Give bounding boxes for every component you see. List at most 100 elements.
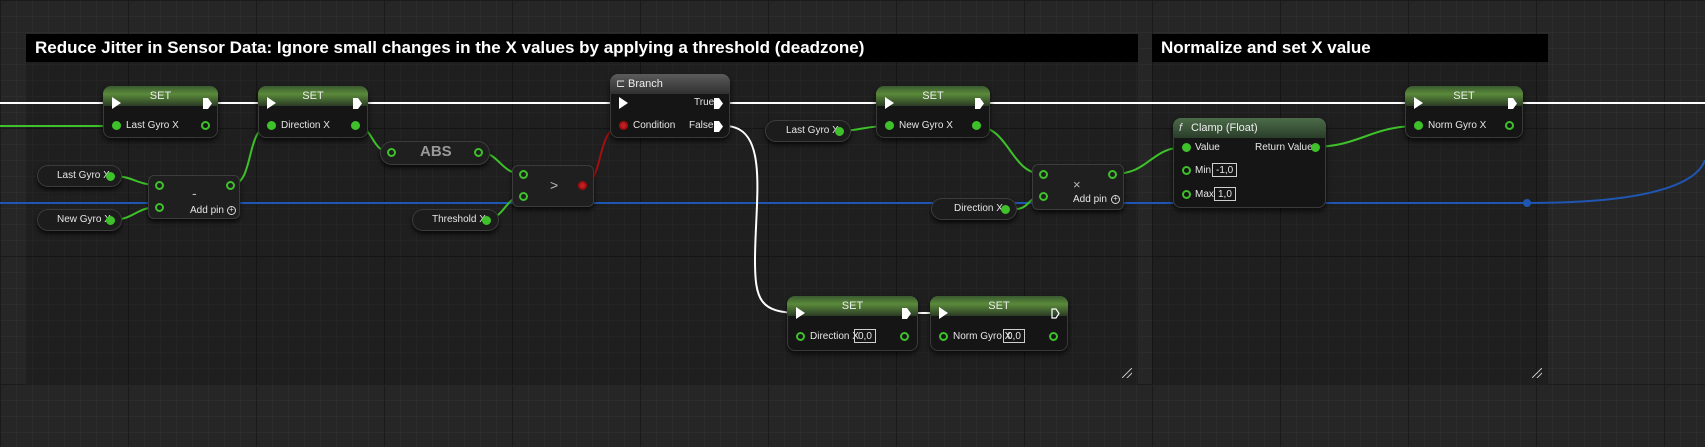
pin-label: Direction X bbox=[810, 331, 859, 342]
set-node-norm-gyro-x[interactable]: SET Norm Gyro X bbox=[1405, 86, 1523, 138]
float-input-pin-a[interactable] bbox=[155, 181, 164, 190]
getter-label: Direction X bbox=[954, 203, 1003, 214]
exec-false-pin[interactable] bbox=[714, 121, 723, 132]
float-output-pin[interactable] bbox=[226, 181, 235, 190]
float-input-pin[interactable] bbox=[885, 121, 894, 130]
exec-in-pin[interactable] bbox=[796, 307, 805, 319]
add-pin-icon[interactable]: + bbox=[227, 206, 236, 215]
return-value-pin[interactable] bbox=[1311, 143, 1320, 152]
wire-layer bbox=[0, 102, 1705, 314]
exec-out-pin[interactable] bbox=[1508, 98, 1517, 109]
float-input-pin-b[interactable] bbox=[519, 192, 528, 201]
struct-wire bbox=[0, 159, 1705, 204]
min-input-pin[interactable] bbox=[1182, 166, 1191, 175]
exec-in-pin[interactable] bbox=[939, 307, 948, 319]
bool-input-pin[interactable] bbox=[619, 121, 628, 130]
abs-label: ABS bbox=[420, 143, 452, 160]
getter-label: New Gyro X bbox=[57, 214, 111, 225]
pin-label: Norm Gyro X bbox=[1428, 120, 1487, 131]
float-input-pin-b[interactable] bbox=[1039, 192, 1048, 201]
getter-threshold-x[interactable]: Threshold X bbox=[412, 209, 499, 231]
node-header: SET bbox=[787, 296, 918, 316]
true-label: True bbox=[694, 97, 715, 108]
false-label: False bbox=[689, 120, 714, 131]
float-input-pin-b[interactable] bbox=[155, 203, 164, 212]
exec-in-pin[interactable] bbox=[267, 97, 276, 109]
getter-label: Threshold X bbox=[432, 214, 486, 225]
branch-node[interactable]: ⊏ Branch True Condition False bbox=[610, 74, 730, 138]
branch-title: Branch bbox=[628, 78, 663, 90]
exec-true-pin[interactable] bbox=[714, 98, 723, 109]
getter-last-gyro-x[interactable]: Last Gyro X bbox=[765, 120, 851, 142]
getter-label: Last Gyro X bbox=[786, 125, 839, 136]
exec-in-pin[interactable] bbox=[885, 97, 894, 109]
operator-symbol: - bbox=[192, 185, 197, 201]
set-node-new-gyro-x[interactable]: SET New Gyro X bbox=[876, 86, 990, 138]
float-input-pin[interactable] bbox=[267, 121, 276, 130]
exec-out-pin[interactable] bbox=[975, 98, 984, 109]
node-header: SET bbox=[930, 296, 1068, 316]
pin-label: Direction X bbox=[281, 120, 330, 131]
exec-out-pin-unconnected[interactable] bbox=[1051, 308, 1060, 319]
float-output-pin[interactable] bbox=[900, 332, 909, 341]
exec-out-pin[interactable] bbox=[902, 308, 911, 319]
float-input-pin[interactable] bbox=[939, 332, 948, 341]
node-header: ⊏ Branch bbox=[610, 74, 730, 94]
float-output-pin[interactable] bbox=[1505, 121, 1514, 130]
subtract-node[interactable]: - Add pin + bbox=[148, 175, 240, 219]
set-node-direction-x-reset[interactable]: SET Direction X 0,0 bbox=[787, 296, 918, 351]
float-output-pin[interactable] bbox=[201, 121, 210, 130]
float-input-pin-a[interactable] bbox=[1039, 170, 1048, 179]
exec-in-pin[interactable] bbox=[112, 97, 121, 109]
exec-wire-false bbox=[724, 125, 801, 314]
float-output-pin[interactable] bbox=[1001, 205, 1010, 214]
max-input-pin[interactable] bbox=[1182, 190, 1191, 199]
exec-in-pin[interactable] bbox=[1414, 97, 1423, 109]
branch-icon: ⊏ bbox=[616, 78, 626, 90]
abs-node[interactable]: ABS bbox=[380, 141, 490, 165]
set-node-norm-gyro-x-reset[interactable]: SET Norm Gyro X 0,0 bbox=[930, 296, 1068, 351]
multiply-node[interactable]: × Add pin + bbox=[1032, 164, 1124, 210]
float-output-pin[interactable] bbox=[351, 121, 360, 130]
getter-last-gyro-x[interactable]: Last Gyro X bbox=[37, 165, 122, 187]
exec-in-pin[interactable] bbox=[619, 97, 628, 109]
pin-label: New Gyro X bbox=[899, 120, 953, 131]
float-output-pin[interactable] bbox=[106, 172, 115, 181]
max-label: Max bbox=[1195, 189, 1214, 200]
set-node-last-gyro-x[interactable]: SET Last Gyro X bbox=[103, 86, 218, 138]
add-pin-label[interactable]: Add pin bbox=[190, 205, 224, 216]
float-input-pin-a[interactable] bbox=[519, 170, 528, 179]
float-input-pin[interactable] bbox=[112, 121, 121, 130]
exec-out-pin[interactable] bbox=[203, 98, 212, 109]
float-output-pin[interactable] bbox=[835, 127, 844, 136]
min-value-field[interactable]: -1,0 bbox=[1212, 163, 1238, 177]
float-output-pin[interactable] bbox=[482, 216, 491, 225]
float-output-pin[interactable] bbox=[1108, 170, 1117, 179]
float-input-pin[interactable] bbox=[796, 332, 805, 341]
float-input-pin[interactable] bbox=[387, 148, 396, 157]
return-value-label: Return Value bbox=[1255, 142, 1313, 153]
struct-wire-reroute-node bbox=[1523, 199, 1531, 207]
value-field[interactable]: 0,0 bbox=[1003, 329, 1025, 343]
float-output-pin[interactable] bbox=[106, 216, 115, 225]
getter-new-gyro-x[interactable]: New Gyro X bbox=[37, 209, 122, 231]
float-input-pin[interactable] bbox=[1414, 121, 1423, 130]
greater-than-node[interactable]: > bbox=[512, 165, 594, 207]
float-output-pin[interactable] bbox=[1049, 332, 1058, 341]
clamp-float-node[interactable]: f Clamp (Float) Value Return Value Min -1… bbox=[1173, 118, 1326, 208]
value-input-pin[interactable] bbox=[1182, 143, 1191, 152]
max-value-field[interactable]: 1,0 bbox=[1214, 187, 1236, 201]
value-label: Value bbox=[1195, 142, 1220, 153]
float-output-pin[interactable] bbox=[972, 121, 981, 130]
exec-out-pin[interactable] bbox=[353, 98, 362, 109]
bool-output-pin[interactable] bbox=[578, 181, 587, 190]
min-label: Min bbox=[1195, 165, 1212, 176]
add-pin-label[interactable]: Add pin bbox=[1073, 194, 1107, 205]
value-field[interactable]: 0,0 bbox=[854, 329, 876, 343]
add-pin-icon[interactable]: + bbox=[1111, 195, 1120, 204]
getter-direction-x[interactable]: Direction X bbox=[931, 198, 1017, 220]
float-output-pin[interactable] bbox=[474, 148, 483, 157]
function-icon: f bbox=[1179, 122, 1183, 134]
set-node-direction-x[interactable]: SET Direction X bbox=[258, 86, 368, 138]
getter-label: Last Gyro X bbox=[57, 170, 110, 181]
